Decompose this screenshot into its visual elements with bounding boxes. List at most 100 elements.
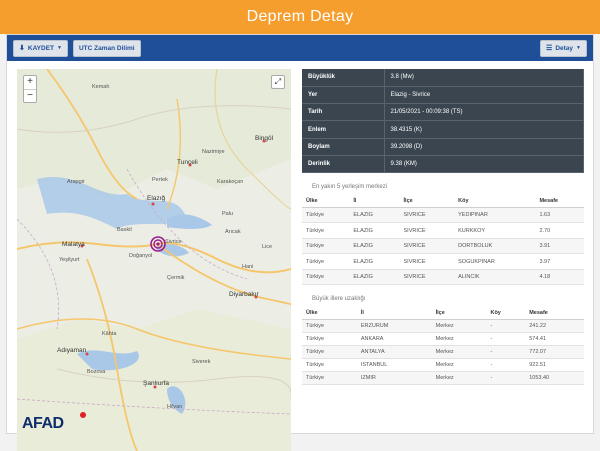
utc-timezone-label: UTC Zaman Dilimi <box>78 44 135 52</box>
cell: SIVRICE <box>399 253 455 270</box>
utc-timezone-button[interactable]: UTC Zaman Dilimi <box>72 39 141 57</box>
table-header: Ülke İl İlçe Köy Mesafe <box>302 306 584 320</box>
info-row: Yer Elazig - Sivrice <box>302 86 584 105</box>
info-row: Boylam 39.2098 (D) <box>302 138 584 156</box>
cell: ELAZIG <box>349 207 400 224</box>
info-key: Boylam <box>302 138 385 156</box>
cell: 1053.40 <box>525 371 584 385</box>
cell: Türkiye <box>302 371 357 385</box>
cell: 4.18 <box>535 269 584 286</box>
table-row: Türkiye ELAZIG SIVRICE DORTBOLUK 3.91 <box>302 238 584 255</box>
cell: 3.91 <box>535 238 584 255</box>
table-row: Türkiye ANKARA Merkez -574.41 <box>302 332 584 346</box>
map-label-baskil: Baskil <box>117 227 132 233</box>
afad-logo: AFAD <box>22 415 64 432</box>
page-title: Deprem Detay <box>246 8 354 25</box>
table-row: Türkiye ERZURUM Merkez -241.22 <box>302 319 584 333</box>
column-header: Köy <box>486 306 526 320</box>
info-key: Derinlik <box>302 155 385 174</box>
cell: Türkiye <box>302 358 357 372</box>
map-label-arapgir: Arapgir <box>67 179 85 185</box>
map-label-palu: Palu <box>222 211 234 217</box>
table-row: Türkiye ANTALYA Merkez -772.07 <box>302 345 584 359</box>
info-key: Büyüklük <box>302 69 385 87</box>
cell: Türkiye <box>302 222 350 239</box>
zoom-out-button[interactable]: − <box>24 89 36 102</box>
map-label-karakocan: Karakoçan <box>217 179 244 185</box>
detail-menu-button[interactable]: ☰ Detay ▼ <box>540 39 587 57</box>
info-row: Tarih 21/05/2021 - 00:09:38 (TS) <box>302 103 584 122</box>
map-label-hilvan: Hilvan <box>167 404 183 410</box>
save-button[interactable]: ⬇ KAYDET ▼ <box>13 39 68 57</box>
cell: Merkez <box>431 358 487 372</box>
map-label-pertek: Pertek <box>152 177 168 183</box>
cell: 241.22 <box>525 319 584 333</box>
column-header: İlçe <box>399 194 455 208</box>
table-row: Türkiye ELAZIG SIVRICE YEDIPINAR 1.63 <box>302 207 584 224</box>
earthquake-map[interactable]: Tunceli Elazığ Malatya Doğanyol Çermik D… <box>17 69 291 451</box>
info-row: Derinlik 9.38 (KM) <box>302 155 584 174</box>
cell: Türkiye <box>302 269 350 286</box>
detail-menu-label: Detay <box>555 44 574 52</box>
map-label-aricak: Arıcak <box>225 229 241 235</box>
expand-icon: ⤢ <box>274 77 282 86</box>
column-header: Mesafe <box>525 306 584 320</box>
map-label-doganyol: Doğanyol <box>129 253 153 259</box>
cell: - <box>486 358 526 372</box>
cell: Merkez <box>431 371 487 385</box>
info-row: Büyüklük 3.8 (Mw) <box>302 69 584 87</box>
cell: 2.70 <box>535 222 584 239</box>
nearby-title: En yakın 5 yerleşim merkezi <box>312 184 388 191</box>
epicenter-dot <box>156 242 160 246</box>
cell: YEDIPINAR <box>454 207 536 224</box>
cell: SIVRICE <box>399 222 455 239</box>
main-panel: ⬇ KAYDET ▼ UTC Zaman Dilimi ☰ Detay ▼ Tu… <box>6 34 594 451</box>
caret-down-icon: ▼ <box>576 45 581 51</box>
zoom-in-button[interactable]: + <box>24 76 36 89</box>
list-icon: ☰ <box>546 45 553 52</box>
cell: ANKARA <box>356 332 432 346</box>
cell: ANTALYA <box>356 345 432 359</box>
cell: - <box>486 319 526 333</box>
earthquake-info-table: Büyüklük 3.8 (Mw) Yer Elazig - Sivrice Tar… <box>302 69 584 174</box>
column-header: Ülke <box>302 306 357 320</box>
info-row: Enlem 38.4315 (K) <box>302 120 584 139</box>
save-button-label: KAYDET <box>27 44 55 52</box>
map-label-diyarbakir: Diyarbakır <box>229 291 259 298</box>
info-value: 21/05/2021 - 00:09:38 (TS) <box>384 103 584 122</box>
info-value: Elazig - Sivrice <box>384 86 584 105</box>
info-value: 9.38 (KM) <box>384 155 584 174</box>
cell: IZMIR <box>356 371 432 385</box>
cell: ELAZIG <box>349 269 400 286</box>
table-header: Ülke İl İlçe Köy Mesafe <box>302 194 584 208</box>
map-label-adiyaman: Adıyaman <box>57 347 87 354</box>
map-label-siverek: Siverek <box>192 359 211 365</box>
cell: - <box>486 371 526 385</box>
map-label-kemah: Kemah <box>92 84 110 90</box>
cell: DORTBOLUK <box>454 238 536 255</box>
cell: ISTANBUL <box>356 358 432 372</box>
fullscreen-button[interactable]: ⤢ <box>271 75 285 89</box>
column-header: İl <box>349 194 400 208</box>
cell: Türkiye <box>302 345 357 359</box>
map-label-lice: Lice <box>262 244 273 250</box>
map-label-sanliurfa: Şanlıurfa <box>143 380 170 387</box>
zoom-control: + − <box>23 75 37 103</box>
detail-panel: Büyüklük 3.8 (Mw) Yer Elazig - Sivrice Tar… <box>302 69 584 385</box>
cities-table: Ülke İl İlçe Köy Mesafe Türkiye ERZURUM Me… <box>302 306 584 385</box>
cell: ELAZIG <box>349 253 400 270</box>
cell: 1.63 <box>535 207 584 224</box>
info-key: Tarih <box>302 103 385 122</box>
table-row: Türkiye ELAZIG SIVRICE ALINCIK 4.18 <box>302 269 584 286</box>
map-label-cermik: Çermik <box>167 275 185 281</box>
map-label-tunceli: Tunceli <box>177 159 198 166</box>
cell: Türkiye <box>302 238 350 255</box>
map-label-sivrice: Sivrice <box>165 239 182 245</box>
column-header: İl <box>356 306 432 320</box>
cell: Merkez <box>431 332 487 346</box>
cell: Merkez <box>431 319 487 333</box>
info-value: 38.4315 (K) <box>384 120 584 139</box>
download-icon: ⬇ <box>19 45 25 52</box>
cell: Türkiye <box>302 207 350 224</box>
cell: ALINCIK <box>454 269 536 286</box>
